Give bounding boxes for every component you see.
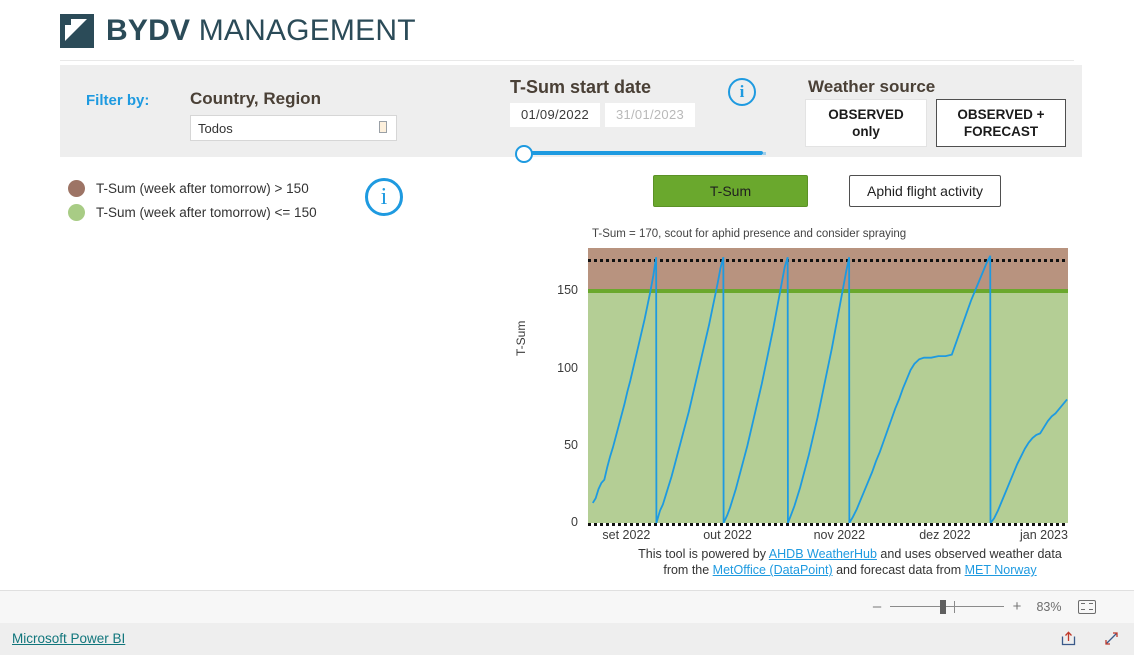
country-region-select[interactable]: Todos — [190, 115, 397, 141]
chart-footer-note: This tool is powered by AHDB WeatherHub … — [630, 546, 1070, 578]
y-tick-0: 0 — [571, 515, 578, 529]
tab-tsum[interactable]: T-Sum — [653, 175, 808, 207]
bottom-bar-actions — [1060, 630, 1120, 647]
legend-info-icon[interactable]: i — [365, 178, 403, 216]
dotted-axis-baseline — [588, 523, 1068, 526]
slider-handle[interactable] — [515, 145, 533, 163]
fit-to-page-icon[interactable] — [1078, 600, 1096, 614]
info-icon[interactable]: i — [728, 78, 756, 106]
y-tick-150: 150 — [557, 283, 578, 298]
footer-text-1: This tool is powered by — [638, 547, 769, 561]
page-title: BYDV MANAGEMENT — [106, 14, 416, 48]
tab-aphid-flight-activity[interactable]: Aphid flight activity — [849, 175, 1001, 207]
filter-by-label: Filter by: — [86, 92, 150, 109]
y-tick-50: 50 — [564, 437, 578, 452]
legend-swatch-green — [68, 203, 85, 221]
x-axis-ticks: set 2022 out 2022 nov 2022 dez 2022 jan 2023 — [588, 528, 1068, 546]
tsum-start-date-label: T-Sum start date — [510, 77, 652, 97]
weather-source-forecast-button[interactable]: OBSERVED + FORECAST — [936, 99, 1066, 147]
zoom-slider[interactable] — [886, 591, 1008, 623]
x-tick-0: set 2022 — [602, 528, 651, 542]
chevron-down-icon[interactable] — [379, 121, 387, 133]
y-tick-100: 100 — [557, 360, 578, 375]
x-tick-4: jan 2023 — [1020, 528, 1068, 542]
legend-swatch-brown — [68, 179, 85, 197]
country-region-label: Country, Region — [190, 89, 321, 108]
logo-light-text: MANAGEMENT — [198, 14, 416, 47]
zoom-percent-label: 83% — [1036, 600, 1062, 614]
date-range-slider[interactable] — [515, 145, 766, 163]
legend-label-below-threshold: T-Sum (week after tomorrow) <= 150 — [96, 204, 317, 220]
weather-source-observed-button[interactable]: OBSERVED only — [805, 99, 927, 147]
tab-aphid-label: Aphid flight activity — [867, 183, 983, 199]
zoom-control[interactable]: – + 83% — [868, 591, 1096, 623]
legend-label-above-threshold: T-Sum (week after tomorrow) > 150 — [96, 180, 309, 196]
share-icon[interactable] — [1060, 630, 1077, 647]
weather-source-label: Weather source — [808, 77, 936, 96]
status-bar: – + 83% — [0, 590, 1134, 624]
observed-line2: only — [852, 124, 880, 139]
forecast-line2: FORECAST — [963, 124, 1039, 139]
link-met-norway[interactable]: MET Norway — [965, 563, 1037, 577]
bydv-leaf-icon — [60, 14, 94, 48]
zoom-out-button[interactable]: – — [868, 591, 886, 623]
zoom-slider-handle[interactable] — [940, 600, 946, 614]
header-divider — [60, 60, 1074, 61]
y-axis-ticks: 0 50 100 150 — [520, 248, 584, 529]
chart-annotation: T-Sum = 170, scout for aphid presence an… — [592, 228, 907, 240]
microsoft-power-bi-link[interactable]: Microsoft Power BI — [12, 631, 125, 646]
legend-item-above-threshold[interactable]: T-Sum (week after tomorrow) > 150 — [68, 176, 317, 200]
logo-bold-text: BYDV — [106, 14, 191, 47]
zoom-in-button[interactable]: + — [1008, 591, 1026, 623]
filter-bar: Filter by: Country, Region Todos T-Sum s… — [60, 65, 1082, 163]
report-canvas: BYDV MANAGEMENT Filter by: Country, Regi… — [0, 0, 1134, 590]
country-region-value: Todos — [198, 121, 233, 136]
legend-item-below-threshold[interactable]: T-Sum (week after tomorrow) <= 150 — [68, 200, 317, 224]
x-tick-3: dez 2022 — [919, 528, 971, 542]
bottom-bar: Microsoft Power BI — [0, 623, 1134, 655]
fullscreen-icon[interactable] — [1103, 630, 1120, 647]
chart-legend: T-Sum (week after tomorrow) > 150 T-Sum … — [68, 176, 317, 224]
tsum-series-line — [592, 255, 1068, 523]
app-header: BYDV MANAGEMENT — [60, 14, 416, 48]
link-ahdb-weatherhub[interactable]: AHDB WeatherHub — [769, 547, 877, 561]
tsum-chart: T-Sum = 170, scout for aphid presence an… — [514, 228, 1080, 577]
date-from-field[interactable]: 01/09/2022 — [510, 103, 600, 127]
zoom-slider-midtick — [954, 601, 955, 613]
footer-text-3: and forecast data from — [832, 563, 965, 577]
tab-tsum-label: T-Sum — [709, 183, 752, 199]
observed-line1: OBSERVED — [828, 107, 904, 122]
zoom-slider-track — [890, 606, 1004, 607]
chart-plot-area[interactable] — [588, 248, 1068, 526]
slider-track[interactable] — [523, 151, 766, 155]
link-metoffice-datapoint[interactable]: MetOffice (DataPoint) — [713, 563, 833, 577]
x-tick-2: nov 2022 — [813, 528, 866, 542]
date-to-field[interactable]: 31/01/2023 — [605, 103, 695, 127]
x-tick-1: out 2022 — [703, 528, 752, 542]
forecast-line1: OBSERVED + — [957, 107, 1045, 122]
